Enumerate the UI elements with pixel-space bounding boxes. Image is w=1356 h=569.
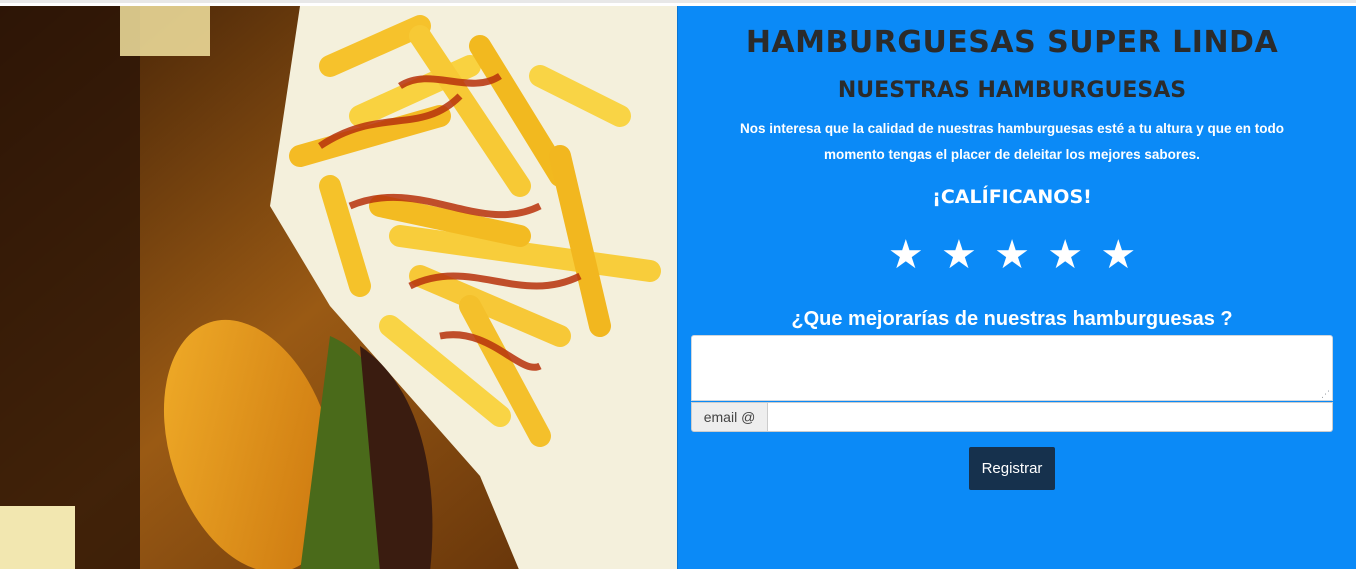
register-button[interactable]: Registrar bbox=[969, 447, 1055, 490]
page: HAMBURGUESAS SUPER LINDA NUESTRAS HAMBUR… bbox=[0, 0, 1356, 569]
section-subtitle: NUESTRAS HAMBURGUESAS bbox=[837, 78, 1187, 103]
star-rating: ★ ★ ★ ★ ★ bbox=[678, 230, 1346, 280]
star-icon-4[interactable]: ★ bbox=[1044, 230, 1086, 280]
comments-textarea[interactable] bbox=[691, 335, 1333, 401]
star-icon-5[interactable]: ★ bbox=[1097, 230, 1139, 280]
description-text: Nos interesa que la calidad de nuestras … bbox=[740, 121, 1284, 162]
burger-and-fries-photo bbox=[0, 6, 677, 569]
resize-grip-icon[interactable]: ⋰ bbox=[1321, 389, 1331, 399]
email-addon-label: email @ bbox=[691, 402, 768, 432]
star-icon-1[interactable]: ★ bbox=[885, 230, 927, 280]
email-input-group: email @ bbox=[691, 402, 1333, 432]
star-icon-3[interactable]: ★ bbox=[991, 230, 1033, 280]
email-field[interactable] bbox=[768, 402, 1333, 432]
page-title: HAMBURGUESAS SUPER LINDA bbox=[745, 25, 1279, 60]
feedback-question: ¿Que mejorarías de nuestras hamburguesas… bbox=[791, 308, 1233, 330]
star-icon-2[interactable]: ★ bbox=[938, 230, 980, 280]
rating-panel: HAMBURGUESAS SUPER LINDA NUESTRAS HAMBUR… bbox=[677, 6, 1356, 569]
rating-heading: ¡CALÍFICANOS! bbox=[932, 186, 1092, 208]
